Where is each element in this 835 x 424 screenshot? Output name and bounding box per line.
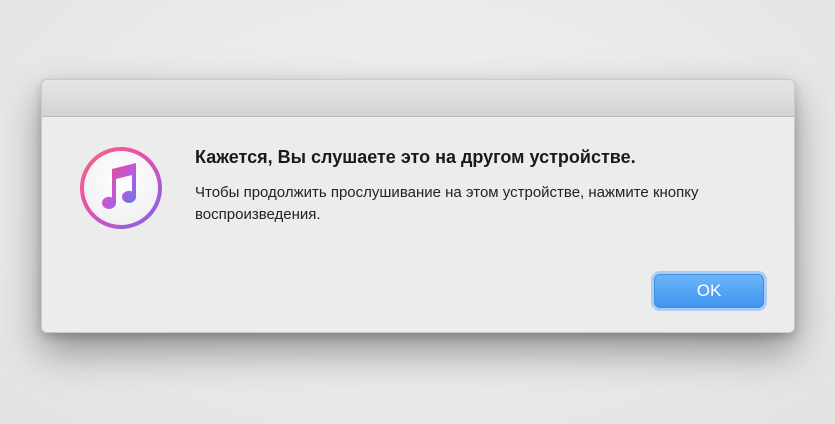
alert-dialog: Кажется, Вы слушаете это на другом устро…: [41, 79, 795, 333]
dialog-content: Кажется, Вы слушаете это на другом устро…: [42, 117, 794, 332]
dialog-message: Чтобы продолжить прослушивание на этом у…: [195, 184, 699, 223]
ok-button[interactable]: OK: [654, 274, 764, 308]
screen-background: Кажется, Вы слушаете это на другом устро…: [0, 0, 835, 424]
dialog-headline: Кажется, Вы слушаете это на другом устро…: [195, 147, 636, 167]
dialog-titlebar[interactable]: [42, 80, 794, 117]
itunes-music-note-icon: [78, 145, 164, 231]
